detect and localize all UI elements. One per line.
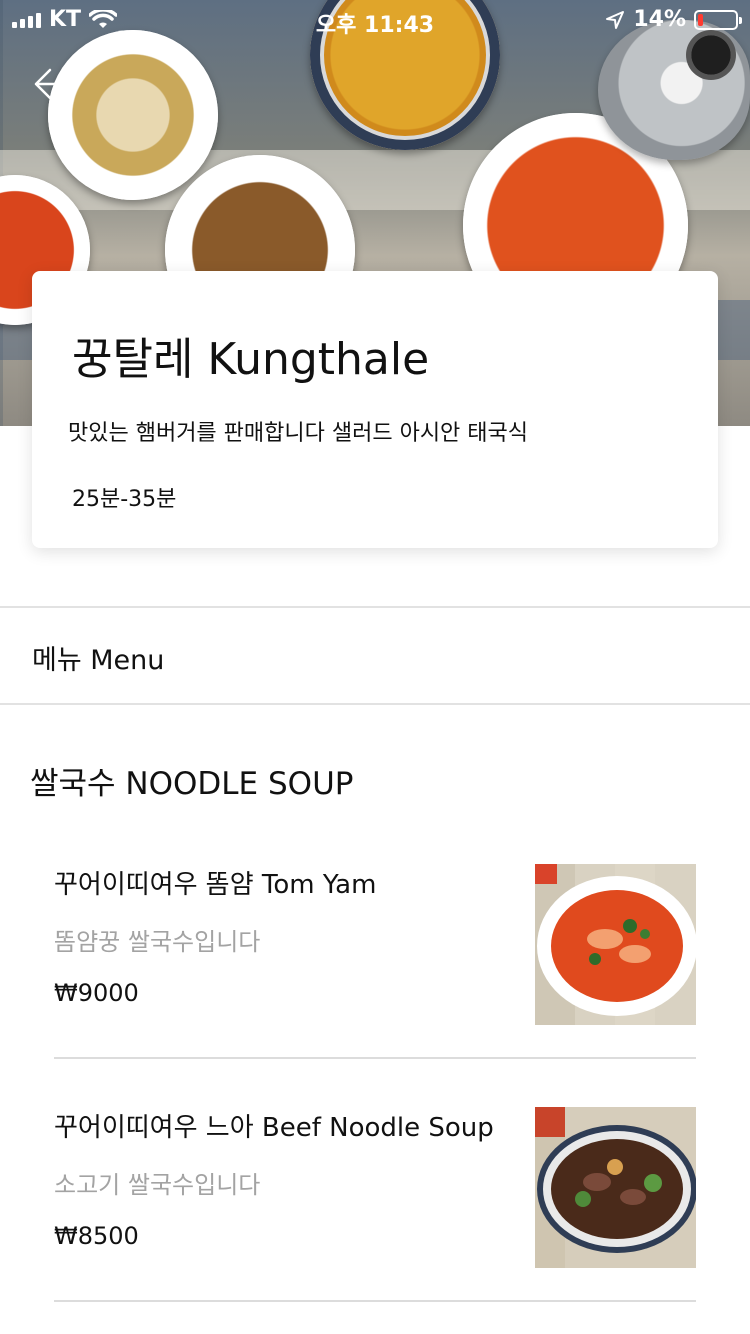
restaurant-description: 맛있는 햄버거를 판매합니다 샐러드 아시안 태국식 bbox=[68, 421, 529, 446]
item-description: 소고기 쌀국수입니다 bbox=[54, 1171, 261, 1199]
category-title: 쌀국수 NOODLE SOUP bbox=[30, 766, 354, 802]
back-arrow-icon[interactable] bbox=[30, 62, 80, 106]
item-price: ₩9000 bbox=[54, 979, 139, 1007]
tab-menu[interactable]: 메뉴 Menu bbox=[32, 638, 164, 677]
divider bbox=[0, 703, 750, 705]
tom-yam-photo bbox=[535, 864, 696, 1025]
delivery-time: 25분-35분 bbox=[72, 487, 177, 512]
menu-item-tom-yam[interactable]: 꾸어이띠여우 똠얌 Tom Yam 똠얌꿍 쌀국수입니다 ₩9000 bbox=[54, 864, 696, 1059]
beef-noodle-photo bbox=[535, 1107, 696, 1268]
item-name: 꾸어이띠여우 느아 Beef Noodle Soup bbox=[54, 1113, 494, 1143]
menu-item-beef-noodle-soup[interactable]: 꾸어이띠여우 느아 Beef Noodle Soup 소고기 쌀국수입니다 ₩8… bbox=[54, 1107, 696, 1302]
status-bar: KT 오후 11:43 14% bbox=[0, 0, 750, 40]
item-divider bbox=[54, 1300, 696, 1302]
restaurant-info-card: 꿍탈레 Kungthale 맛있는 햄버거를 판매합니다 샐러드 아시안 태국식… bbox=[32, 271, 718, 548]
item-divider bbox=[54, 1057, 696, 1059]
item-name: 꾸어이띠여우 똠얌 Tom Yam bbox=[54, 870, 377, 900]
restaurant-name: 꿍탈레 Kungthale bbox=[72, 334, 430, 385]
item-price: ₩8500 bbox=[54, 1222, 139, 1250]
item-description: 똠얌꿍 쌀국수입니다 bbox=[54, 928, 261, 956]
battery-percent: 14% bbox=[633, 7, 686, 32]
location-arrow-icon bbox=[606, 10, 625, 29]
divider bbox=[0, 606, 750, 608]
battery-icon bbox=[694, 9, 742, 30]
